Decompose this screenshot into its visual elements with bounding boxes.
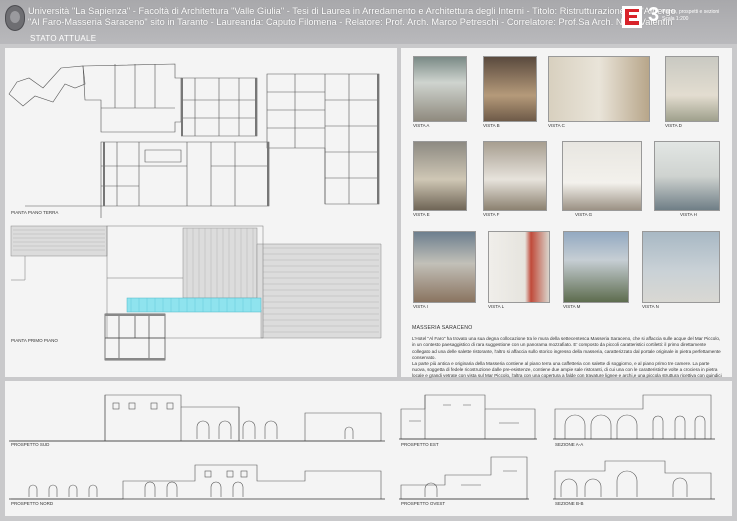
prospetto-nord-label: PROSPETTO NORD [11, 501, 54, 506]
sezione-aa-label: SEZIONE A-A [555, 442, 584, 447]
masseria-description: MASSERIA SARACENO L'Hotel "Al Faro" ha t… [412, 325, 722, 386]
header-line-2: "Al Faro-Masseria Saraceno" sito in Tara… [28, 17, 673, 27]
table-subtitle: Piante, prospetti e sezioni [662, 9, 720, 15]
vista-n-label: VISTA N [642, 304, 659, 309]
first-floor-plan-label: PIANTA PRIMO PIANO [11, 338, 58, 343]
description-paragraph-1: L'Hotel "Al Faro" ha trovato una sua deg… [412, 336, 721, 360]
photo-vista-d [665, 56, 719, 122]
prospetto-est-label: PROSPETTO EST [401, 442, 439, 447]
photo-vista-c [548, 56, 650, 122]
vista-b-label: VISTA B [483, 123, 500, 128]
photo-vista-m [563, 231, 629, 303]
photo-vista-g [562, 141, 642, 211]
faculty-logo-icon [622, 6, 642, 28]
vista-m-label: VISTA M [563, 304, 581, 309]
elevation-drawings [9, 394, 715, 500]
vista-l-label: VISTA L [488, 304, 505, 309]
table-scale: Scala 1:200 [662, 16, 689, 22]
photo-vista-b [483, 56, 537, 122]
vista-f-label: VISTA F [483, 212, 500, 217]
photo-vista-f [483, 141, 547, 211]
photo-vista-e [413, 141, 467, 211]
photo-vista-n [642, 231, 720, 303]
description-title: MASSERIA SARACENO [412, 325, 473, 331]
title-bar: Università "La Sapienza" - Facoltà di Ar… [0, 0, 737, 44]
vista-g-label: VISTA G [575, 212, 593, 217]
first-floor-plan-drawing [10, 225, 382, 361]
university-seal-icon [5, 5, 25, 31]
sezione-bb-label: SEZIONE B-B [555, 501, 584, 506]
vista-h-label: VISTA H [680, 212, 697, 217]
photo-vista-l [488, 231, 550, 303]
elevations-panel: PROSPETTO SUD PROSPETTO NORD PROSPETTO E… [5, 381, 732, 516]
vista-c-label: VISTA C [548, 123, 565, 128]
vista-a-label: VISTA A [413, 123, 430, 128]
photo-vista-h [654, 141, 720, 211]
photo-vista-i [413, 231, 476, 303]
prospetto-ovest-label: PROSPETTO OVEST [401, 501, 446, 506]
vista-e-label: VISTA E [413, 212, 430, 217]
vista-d-label: VISTA D [665, 123, 682, 128]
table-number: 3 [648, 4, 660, 26]
section-title: STATO ATTUALE [30, 34, 97, 43]
vista-i-label: VISTA I [413, 304, 428, 309]
photo-vista-a [413, 56, 467, 122]
plans-panel: PIANTA PIANO TERRA PIANTA PRIMO PIANO [5, 48, 397, 377]
header-line-1: Università "La Sapienza" - Facoltà di Ar… [28, 6, 676, 16]
prospetto-sud-label: PROSPETTO SUD [11, 442, 50, 447]
